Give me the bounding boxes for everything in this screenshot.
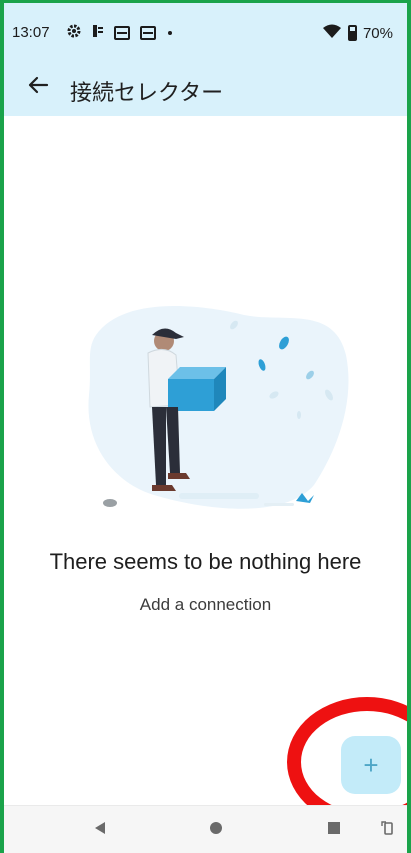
gear-icon: [66, 23, 82, 43]
empty-state-title: There seems to be nothing here: [49, 549, 362, 574]
dot-icon: [168, 31, 172, 35]
battery-icon: [347, 25, 357, 41]
status-bar: 13:07 70%: [4, 3, 407, 59]
status-left-icons: [66, 23, 172, 43]
add-connection-button[interactable]: +: [341, 736, 401, 794]
window-icon: [140, 26, 156, 40]
rotate-icon: [380, 820, 396, 841]
nav-recents-button[interactable]: [322, 818, 346, 842]
page-title: 接続セレクター: [70, 81, 224, 106]
navigation-bar: [4, 805, 407, 853]
phone-screen: 13:07 70% 接続セレクター There seems to be noth…: [0, 0, 411, 853]
app-bar: 接続セレクター: [4, 59, 407, 116]
window-icon: [114, 26, 130, 40]
plus-icon: +: [363, 749, 379, 780]
nav-back-button[interactable]: [88, 818, 112, 842]
empty-state-subtitle: Add a connection: [139, 595, 272, 614]
empty-state-illustration: [84, 295, 354, 535]
battery-percent: 70%: [362, 24, 393, 42]
back-triangle-icon: [92, 820, 108, 841]
home-circle-icon: [208, 820, 224, 841]
arrow-left-icon: [27, 74, 49, 101]
nav-home-button[interactable]: [204, 818, 228, 842]
status-time: 13:07: [12, 24, 50, 41]
nav-rotate-button[interactable]: [376, 818, 400, 842]
wifi-icon: [322, 23, 342, 43]
notification-icon: [92, 24, 104, 42]
recents-square-icon: [326, 820, 342, 841]
back-button[interactable]: [24, 73, 52, 101]
status-right-icons: 70%: [322, 23, 393, 43]
